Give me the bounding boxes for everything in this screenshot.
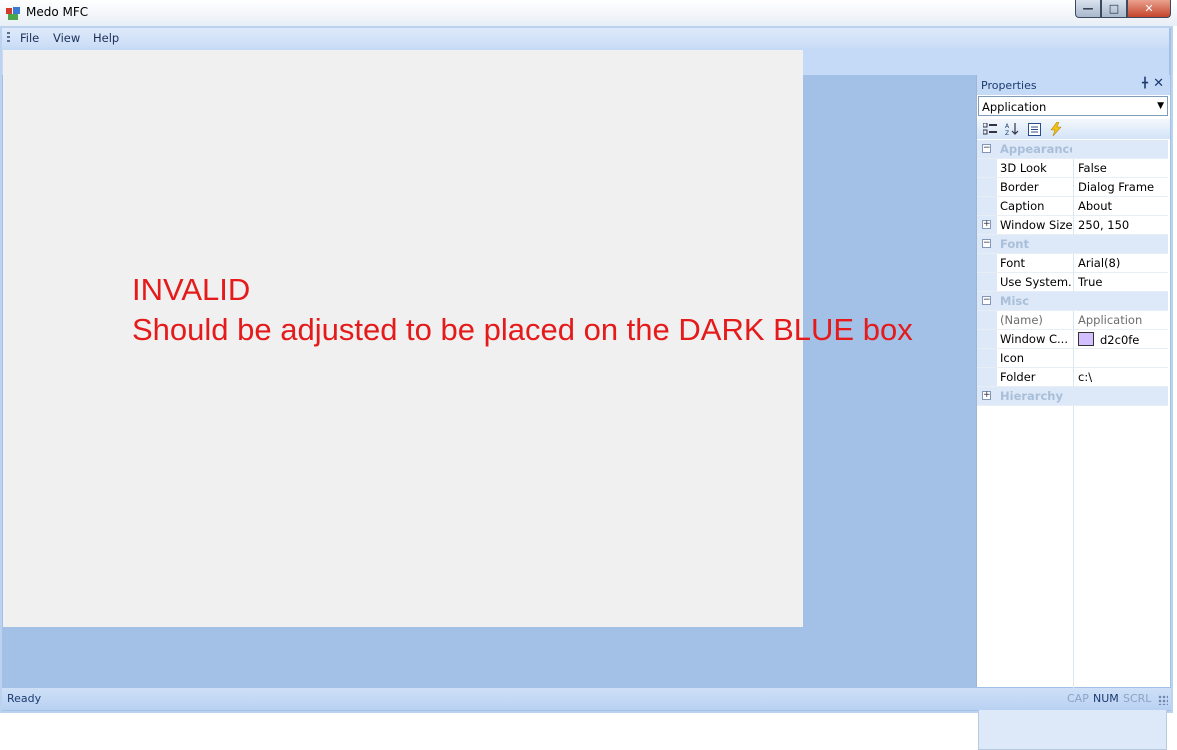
maximize-icon: □ (1108, 2, 1120, 15)
property-name: Window C... (1000, 332, 1068, 346)
num-lock-indicator: NUM (1093, 692, 1119, 705)
chevron-down-icon[interactable]: ▼ (1157, 101, 1164, 111)
property-value[interactable]: Dialog Frame (1078, 180, 1166, 194)
expand-icon[interactable]: + (982, 220, 991, 229)
properties-header: Properties ╋ ✕ (977, 75, 1170, 95)
window-title: Medo MFC (26, 5, 89, 19)
property-value[interactable]: True (1078, 275, 1166, 289)
properties-toolbar: AZ (977, 119, 1170, 139)
property-row[interactable]: Border Dialog Frame (977, 178, 1168, 197)
annotation-text: INVALID Should be adjusted to be placed … (132, 272, 913, 347)
category-label: Font (1000, 237, 1029, 251)
properties-panel: Properties ╋ ✕ Application ▼ AZ − Appear… (976, 75, 1170, 750)
menu-help[interactable]: Help (93, 31, 119, 45)
app-icon (6, 7, 20, 20)
close-icon[interactable]: ✕ (1153, 76, 1164, 91)
resize-grip-icon[interactable] (1158, 695, 1168, 705)
property-value[interactable]: About (1078, 199, 1166, 213)
property-value-color[interactable]: d2c0fe (1078, 332, 1166, 347)
menu-file[interactable]: File (20, 31, 39, 45)
properties-title: Properties (981, 79, 1037, 92)
property-name: Caption (1000, 199, 1045, 213)
category-appearance[interactable]: − Appearance (977, 140, 1168, 159)
category-hierarchy[interactable]: + Hierarchy (977, 387, 1168, 406)
property-name: Window Size (1000, 218, 1072, 232)
property-name: Font (1000, 256, 1026, 270)
property-name: Border (1000, 180, 1039, 194)
status-bar: Ready CAP NUM SCRL (2, 688, 1171, 710)
property-row[interactable]: Use System... True (977, 273, 1168, 292)
title-bar[interactable]: Medo MFC — □ ✕ (0, 0, 1177, 26)
maximize-button[interactable]: □ (1101, 0, 1127, 18)
category-font[interactable]: − Font (977, 235, 1168, 254)
categorized-icon[interactable] (982, 121, 998, 137)
svg-text:Z: Z (1005, 130, 1009, 136)
property-row[interactable]: Caption About (977, 197, 1168, 216)
property-name: 3D Look (1000, 161, 1047, 175)
object-select[interactable]: Application ▼ (978, 96, 1168, 116)
status-text: Ready (7, 692, 42, 705)
caps-lock-indicator: CAP (1067, 692, 1089, 705)
color-swatch[interactable] (1078, 332, 1094, 346)
sort-alphabetical-icon[interactable]: AZ (1004, 121, 1020, 137)
property-row[interactable]: Folder c:\ (977, 368, 1168, 387)
expand-icon[interactable]: + (982, 391, 991, 400)
scroll-lock-indicator: SCRL (1123, 692, 1152, 705)
menu-view[interactable]: View (53, 31, 80, 45)
property-value[interactable]: 250, 150 (1078, 218, 1166, 232)
close-window-icon: ✕ (1144, 2, 1154, 15)
object-select-value: Application (982, 100, 1047, 114)
collapse-icon[interactable]: − (982, 144, 991, 153)
category-label: Hierarchy (1000, 389, 1063, 403)
property-name: Use System... (1000, 275, 1072, 289)
property-row[interactable]: Window C... d2c0fe (977, 330, 1168, 349)
property-row[interactable]: (Name) Application (977, 311, 1168, 330)
property-row[interactable]: + Window Size 250, 150 (977, 216, 1168, 235)
menu-bar: File View Help (2, 28, 1169, 48)
menu-grip-icon[interactable] (7, 32, 10, 44)
category-label: Misc (1000, 294, 1030, 308)
category-label: Appearance (1000, 142, 1072, 156)
caption-buttons: — □ ✕ (1075, 0, 1171, 19)
property-row[interactable]: 3D Look False (977, 159, 1168, 178)
category-misc[interactable]: − Misc (977, 292, 1168, 311)
property-grid: − Appearance 3D Look False Border Dialog… (977, 140, 1170, 750)
property-row[interactable]: Font Arial(8) (977, 254, 1168, 273)
minimize-button[interactable]: — (1075, 0, 1101, 18)
minimize-icon: — (1082, 2, 1094, 15)
collapse-icon[interactable]: − (982, 239, 991, 248)
property-name: Icon (1000, 351, 1025, 365)
collapse-icon[interactable]: − (982, 296, 991, 305)
property-value[interactable]: False (1078, 161, 1166, 175)
property-name: (Name) (1000, 313, 1043, 327)
events-icon[interactable] (1048, 121, 1064, 137)
property-pages-icon[interactable] (1026, 121, 1042, 137)
svg-text:A: A (1005, 123, 1010, 130)
property-row[interactable]: Icon (977, 349, 1168, 368)
property-value[interactable]: Arial(8) (1078, 256, 1166, 270)
pin-icon[interactable]: ╋ (1142, 78, 1148, 89)
color-value: d2c0fe (1100, 333, 1140, 347)
property-name: Folder (1000, 370, 1036, 384)
close-window-button[interactable]: ✕ (1127, 0, 1171, 18)
property-value[interactable]: c:\ (1078, 370, 1166, 384)
property-value: Application (1078, 313, 1143, 327)
